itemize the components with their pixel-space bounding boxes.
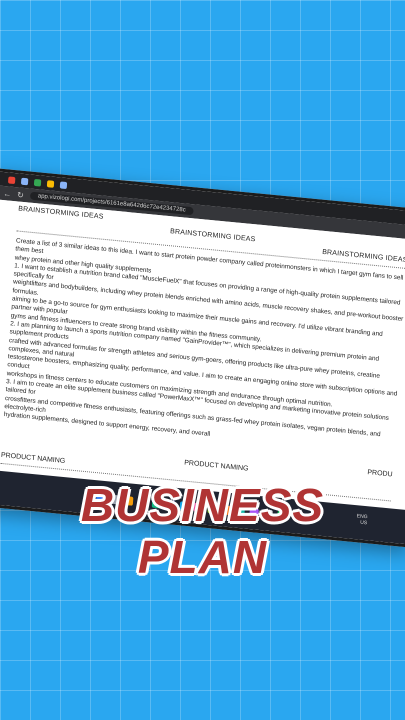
tab-favicon-icon[interactable]	[46, 179, 55, 188]
reload-icon[interactable]: ↻	[17, 190, 24, 200]
headline-line-2: PLAN	[137, 531, 268, 583]
section-title: BRAINSTORMING IDEAS	[17, 205, 104, 221]
brainstorm-prompt-text[interactable]: Create a list of 3 similar ideas to this…	[3, 237, 405, 457]
tab-favicon-icon[interactable]	[20, 177, 29, 185]
tab-favicon-icon[interactable]	[33, 178, 42, 187]
headline-line-1: BUSINESS	[80, 479, 325, 531]
back-arrow-icon[interactable]: ←	[3, 189, 12, 199]
vizologi-page: ◂ BRAINSTORMING IDEAS BRAINSTORMING IDEA…	[0, 199, 405, 517]
tab-favicon-icon[interactable]	[7, 175, 16, 184]
tab-favicon-icon[interactable]	[59, 180, 68, 189]
